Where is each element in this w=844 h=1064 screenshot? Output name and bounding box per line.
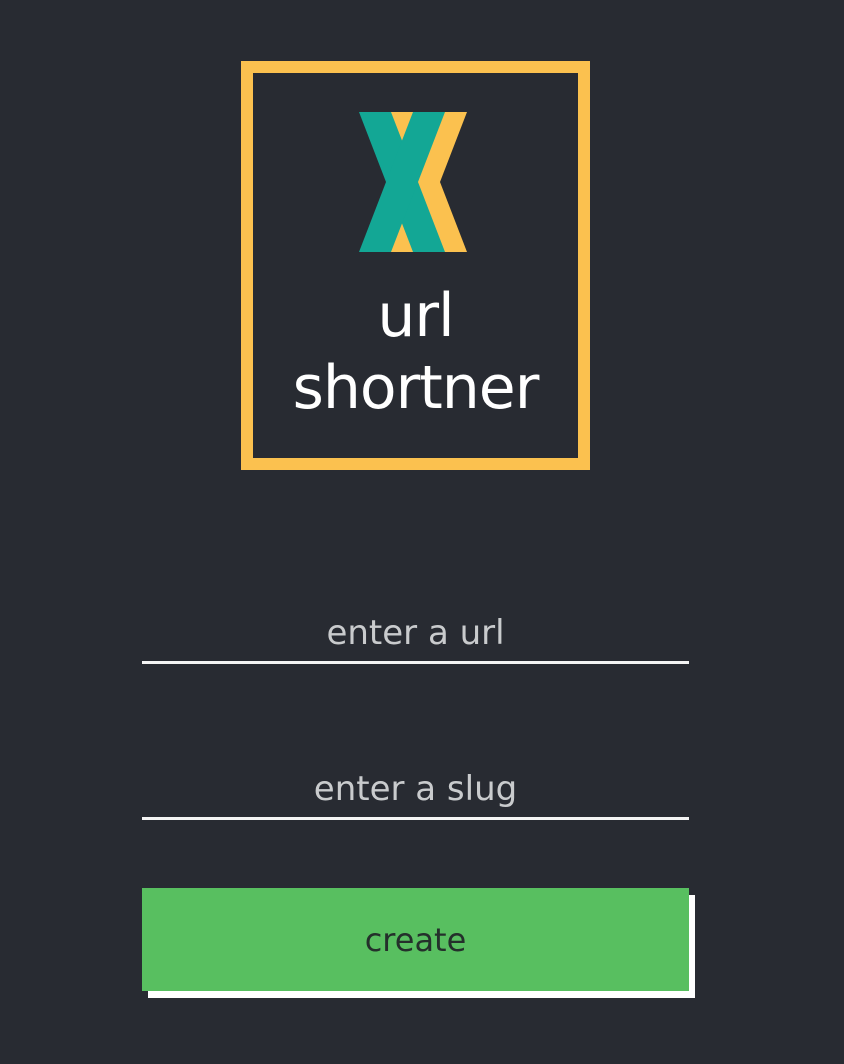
logo-word-url: url [377,281,454,351]
slug-input[interactable] [142,760,689,820]
logo-word-shortner: shortner [292,353,540,423]
app-logo: url shortner [241,61,590,470]
create-button[interactable]: create [142,888,689,991]
url-input[interactable] [142,604,689,664]
